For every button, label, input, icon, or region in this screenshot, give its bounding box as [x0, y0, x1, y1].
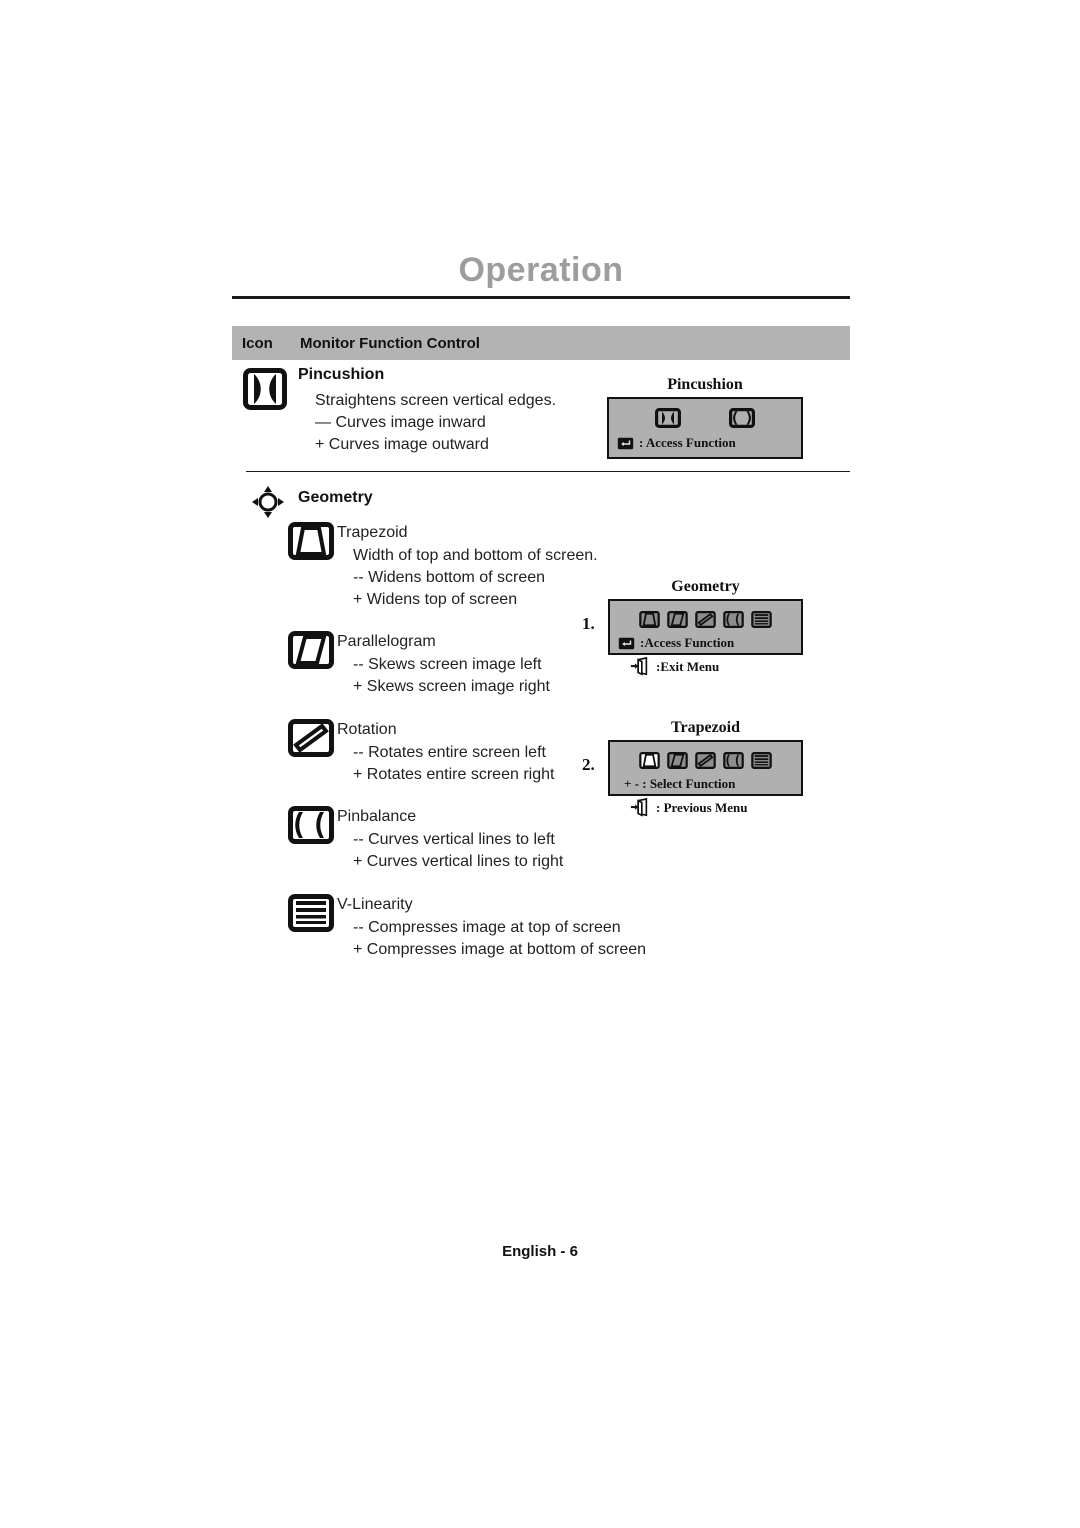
- trapezoid-osd-panel: Trapezoid 2. + -: Select Function: Pre…: [582, 719, 803, 818]
- trapezoid-line-3: + Widens top of screen: [353, 591, 518, 608]
- pincushion-osd-access-row: : Access Function: [609, 435, 801, 451]
- trapezoid-osd-previous-label: : Previous Menu: [656, 800, 748, 815]
- geometry-osd-access-row: :Access Function: [610, 635, 801, 651]
- pinbalance-name: Pinbalance: [337, 808, 417, 825]
- pincushion-title: Pincushion: [298, 366, 384, 384]
- osd-rotation-icon[interactable]: [695, 752, 716, 769]
- trapezoid-icon: [288, 522, 334, 560]
- trapezoid-osd-icon-row: [610, 742, 801, 769]
- v-linearity-line-2: + Compresses image at bottom of screen: [353, 941, 647, 958]
- parallelogram-label: Parallelogram: [337, 631, 436, 653]
- pinbalance-line-2: + Curves vertical lines to right: [353, 853, 564, 870]
- osd-v-linearity-icon[interactable]: [751, 752, 772, 769]
- pincushion-heading: Pincushion: [298, 366, 385, 383]
- trapezoid-osd-select-row: + - : Select Function: [610, 776, 801, 792]
- rotation-name: Rotation: [337, 721, 397, 738]
- page-footer: English - 6: [502, 1243, 578, 1260]
- osd-trapezoid-icon[interactable]: [639, 611, 660, 628]
- pincushion-outward-icon[interactable]: [729, 408, 755, 428]
- rotation-line-2: + Rotates entire screen right: [353, 766, 555, 783]
- page-title: Operation: [458, 251, 624, 289]
- parallelogram-line-1: -- Skews screen image left: [353, 656, 542, 673]
- osd-parallelogram-icon[interactable]: [667, 611, 688, 628]
- trapezoid-osd-select-label: + - : Select Function: [624, 776, 736, 791]
- parallelogram-name: Parallelogram: [337, 633, 436, 650]
- v-linearity-icon: [288, 894, 334, 932]
- rotation-description: -- Rotates entire screen left + Rotates …: [353, 742, 554, 786]
- trapezoid-osd-step-number: 2.: [582, 755, 595, 774]
- geometry-osd-step-number: 1.: [582, 614, 595, 633]
- rotation-line-1: -- Rotates entire screen left: [353, 744, 546, 761]
- section-divider: [246, 471, 850, 472]
- v-linearity-line-1: -- Compresses image at top of screen: [353, 919, 621, 936]
- pincushion-osd-access-label: : Access Function: [639, 435, 736, 450]
- pinbalance-line-1: -- Curves vertical lines to left: [353, 831, 555, 848]
- pincushion-desc-line-2: — Curves image inward: [315, 414, 486, 431]
- pinbalance-icon: [288, 806, 334, 844]
- pincushion-desc-line-3: + Curves image outward: [315, 436, 489, 453]
- rotation-label: Rotation: [337, 719, 397, 741]
- trapezoid-osd-caption: Trapezoid: [670, 719, 741, 736]
- parallelogram-line-2: + Skews screen image right: [353, 678, 550, 695]
- header-function-column-label: Monitor Function Control: [300, 334, 480, 352]
- v-linearity-name: V-Linearity: [337, 896, 413, 913]
- geometry-osd-caption: Geometry: [671, 578, 740, 595]
- rotation-icon: [288, 719, 334, 757]
- geometry-osd-exit-label: :Exit Menu: [656, 659, 720, 674]
- manual-page: Operation Icon Monitor Function Control …: [0, 0, 1080, 1528]
- v-linearity-description: -- Compresses image at top of screen + C…: [353, 917, 646, 961]
- geometry-osd-box: :Access Function: [608, 599, 803, 655]
- trapezoid-name: Trapezoid: [337, 524, 408, 541]
- parallelogram-icon: [288, 631, 334, 669]
- pincushion-description: Straightens screen vertical edges. — Cur…: [315, 390, 556, 456]
- trapezoid-label: Trapezoid: [337, 522, 408, 544]
- osd-rotation-icon[interactable]: [695, 611, 716, 628]
- pinbalance-label: Pinbalance: [337, 806, 416, 828]
- header-icon-column-label: Icon: [242, 334, 273, 352]
- trapezoid-line-1: Width of top and bottom of screen.: [353, 547, 598, 564]
- exit-door-icon: [630, 657, 648, 676]
- osd-pinbalance-icon[interactable]: [723, 752, 744, 769]
- geometry-title: Geometry: [298, 489, 373, 507]
- geometry-osd-icon-row: [610, 601, 801, 628]
- parallelogram-description: -- Skews screen image left + Skews scree…: [353, 654, 550, 698]
- geometry-osd-panel: Geometry 1.:Access Function:Exit Menu: [582, 578, 803, 677]
- pincushion-osd-caption: Pincushion: [667, 376, 743, 393]
- trapezoid-description: Width of top and bottom of screen. -- Wi…: [353, 545, 598, 611]
- osd-pinbalance-icon[interactable]: [723, 611, 744, 628]
- pincushion-icon: [243, 368, 287, 410]
- geometry-compass-icon: [252, 486, 284, 518]
- page-header: Operation: [232, 248, 850, 299]
- pincushion-osd-panel: Pincushion : Access Function: [607, 376, 803, 459]
- osd-parallelogram-icon[interactable]: [667, 752, 688, 769]
- enter-key-icon: [617, 437, 634, 449]
- table-header-bar: Icon Monitor Function Control: [232, 326, 850, 360]
- geometry-heading: Geometry: [298, 489, 373, 506]
- pincushion-desc-line-1: Straightens screen vertical edges.: [315, 392, 557, 409]
- v-linearity-label: V-Linearity: [337, 894, 413, 916]
- trapezoid-osd-previous-row: : Previous Menu: [608, 798, 803, 818]
- osd-trapezoid-icon-selected[interactable]: [639, 752, 660, 769]
- exit-door-icon: [630, 798, 648, 817]
- title-divider: [232, 296, 850, 299]
- enter-key-icon: [618, 637, 635, 649]
- geometry-osd-access-label: :Access Function: [640, 635, 735, 650]
- osd-v-linearity-icon[interactable]: [751, 611, 772, 628]
- pincushion-osd-box: : Access Function: [607, 397, 803, 459]
- pinbalance-description: -- Curves vertical lines to left + Curve…: [353, 829, 563, 873]
- geometry-osd-exit-row: :Exit Menu: [608, 657, 803, 677]
- pincushion-osd-icon-row: [609, 399, 801, 428]
- trapezoid-osd-box: + - : Select Function: [608, 740, 803, 796]
- pincushion-inward-icon[interactable]: [655, 408, 681, 428]
- trapezoid-line-2: -- Widens bottom of screen: [353, 569, 546, 586]
